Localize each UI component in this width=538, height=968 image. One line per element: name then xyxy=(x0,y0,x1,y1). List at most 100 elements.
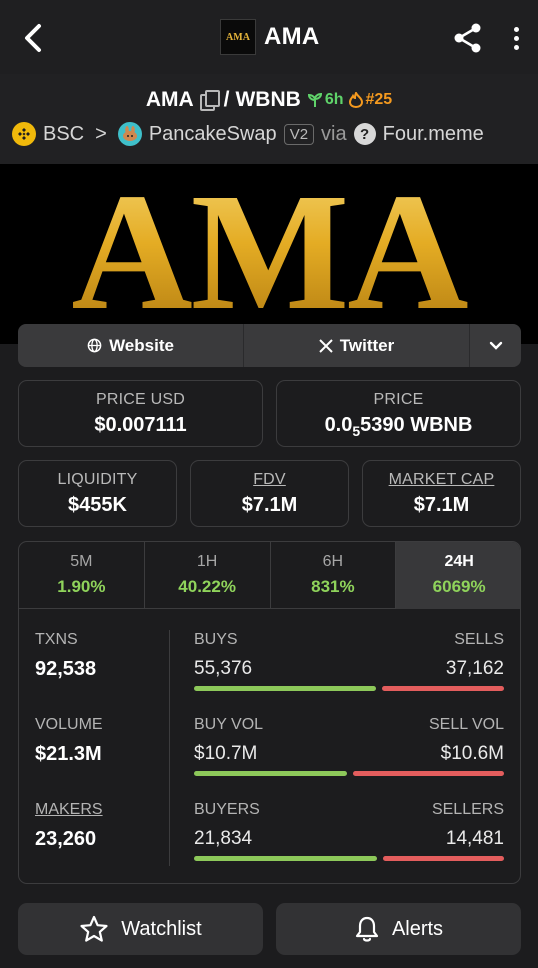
txns-value: 92,538 xyxy=(35,658,97,680)
tab-6h[interactable]: 6H 831% xyxy=(271,542,397,609)
route-line: BSC > PancakeSwap V2 via ? Four.meme xyxy=(12,120,484,148)
sellers-bar xyxy=(383,856,504,861)
dex-name[interactable]: PancakeSwap xyxy=(149,123,277,146)
star-icon xyxy=(80,915,108,942)
liquidity-value: $455K xyxy=(68,494,127,516)
buyers-label: BUYERS xyxy=(194,801,260,818)
market-cap-box[interactable]: MARKET CAP $7.1M xyxy=(362,460,521,527)
pancakeswap-icon xyxy=(117,122,142,146)
buys-label: BUYS xyxy=(194,631,238,648)
via-label: via xyxy=(321,122,347,145)
share-button[interactable] xyxy=(452,22,484,54)
tab-label: 24H xyxy=(444,553,474,570)
copy-icon[interactable] xyxy=(199,90,220,111)
pair-line: AMA / WBNB 6h #25 xyxy=(0,88,538,112)
chain-name[interactable]: BSC xyxy=(43,123,84,146)
route-arrow: > xyxy=(95,122,107,145)
x-logo-icon xyxy=(319,338,333,353)
price-native-digits: 5390 WBNB xyxy=(360,414,473,436)
header-title-group: AMA AMA xyxy=(220,19,320,55)
tab-change: 1.90% xyxy=(57,577,106,596)
chevron-down-icon xyxy=(489,341,502,350)
page-title: AMA xyxy=(264,23,320,50)
dot-icon xyxy=(513,35,519,41)
makers-label[interactable]: MAKERS xyxy=(35,801,103,819)
tab-change: 40.22% xyxy=(178,577,236,596)
sellers-value: 14,481 xyxy=(445,828,504,849)
tab-change: 831% xyxy=(311,577,355,596)
pair-age: 6h xyxy=(307,91,344,109)
market-cap-value: $7.1M xyxy=(413,494,470,516)
stats-divider xyxy=(169,630,170,866)
tab-label: 6H xyxy=(322,553,344,570)
price-native-label: PRICE xyxy=(373,391,424,408)
twitter-button[interactable]: Twitter xyxy=(244,324,470,367)
buys-bar xyxy=(194,686,377,691)
twitter-label: Twitter xyxy=(339,335,395,355)
sells-value: 37,162 xyxy=(445,658,504,679)
fdv-value: $7.1M xyxy=(241,494,298,516)
volume-value: $21.3M xyxy=(35,743,102,765)
sprout-icon xyxy=(307,92,322,107)
price-native-subscript: 5 xyxy=(352,423,361,439)
fdv-label[interactable]: FDV xyxy=(191,471,348,489)
liquidity-box: LIQUIDITY $455K xyxy=(18,460,177,527)
pair-quote: WBNB xyxy=(235,88,301,111)
sellers-label: SELLERS xyxy=(431,801,504,818)
buyers-value: 21,834 xyxy=(194,828,253,849)
pair-rank: #25 xyxy=(349,91,392,109)
age-text: 6h xyxy=(324,91,344,108)
dot-icon xyxy=(513,44,519,50)
sells-label: SELLS xyxy=(454,631,504,648)
price-usd-label: PRICE USD xyxy=(96,391,185,408)
buy-vol-value: $10.7M xyxy=(194,743,258,764)
tab-1h[interactable]: 1H 40.22% xyxy=(145,542,271,609)
tab-label: 5M xyxy=(70,553,93,570)
alerts-label: Alerts xyxy=(391,917,444,940)
website-button[interactable]: Website xyxy=(18,324,244,367)
chevron-left-icon xyxy=(25,24,41,52)
dot-icon xyxy=(513,26,519,32)
rank-text: #25 xyxy=(365,91,393,108)
buys-value: 55,376 xyxy=(194,658,253,679)
price-native-box: PRICE 0.055390 WBNB xyxy=(276,380,521,447)
top-bar: AMA AMA xyxy=(0,0,538,74)
buy-vol-label: BUY VOL xyxy=(194,716,264,733)
watchlist-label: Watchlist xyxy=(121,917,202,940)
sell-vol-label: SELL VOL xyxy=(428,716,504,733)
back-button[interactable] xyxy=(18,22,48,54)
price-usd-value: $0.007111 xyxy=(94,414,187,436)
share-icon xyxy=(454,23,481,53)
links-dropdown-button[interactable] xyxy=(470,324,521,367)
tab-label: 1H xyxy=(196,553,218,570)
tab-24h[interactable]: 24H 6069% xyxy=(396,542,520,609)
token-logo: AMA xyxy=(220,19,256,55)
launchpad-name[interactable]: Four.meme xyxy=(383,123,484,146)
watchlist-button[interactable]: Watchlist xyxy=(18,903,263,955)
price-usd-box: PRICE USD $0.007111 xyxy=(18,380,263,447)
flame-icon xyxy=(349,92,364,108)
price-native-value: 0.055390 WBNB xyxy=(277,414,520,439)
market-cap-label[interactable]: MARKET CAP xyxy=(363,471,520,489)
bsc-icon xyxy=(12,122,36,146)
links-bar: Website Twitter xyxy=(18,324,521,367)
question-icon: ? xyxy=(353,123,376,145)
bell-icon xyxy=(355,916,379,942)
pair-info: AMA / WBNB 6h #25 BSC > PancakeSwap V2 v… xyxy=(0,74,538,164)
buy-vol-bar xyxy=(194,771,347,776)
pair-separator: / xyxy=(223,88,230,111)
stats-panel: 5M 1.90% 1H 40.22% 6H 831% 24H 6069% TXN… xyxy=(18,541,521,884)
more-menu-button[interactable] xyxy=(505,22,527,54)
version-badge: V2 xyxy=(283,123,315,145)
globe-icon xyxy=(87,338,102,353)
sell-vol-bar xyxy=(352,771,504,776)
token-banner: AMA xyxy=(0,164,538,344)
alerts-button[interactable]: Alerts xyxy=(276,903,521,955)
sell-vol-value: $10.6M xyxy=(440,743,504,764)
tab-5m[interactable]: 5M 1.90% xyxy=(19,542,145,609)
makers-value: 23,260 xyxy=(35,828,97,850)
pair-base: AMA xyxy=(145,88,194,111)
fdv-box[interactable]: FDV $7.1M xyxy=(190,460,349,527)
website-label: Website xyxy=(109,335,174,355)
txns-label: TXNS xyxy=(35,631,78,648)
